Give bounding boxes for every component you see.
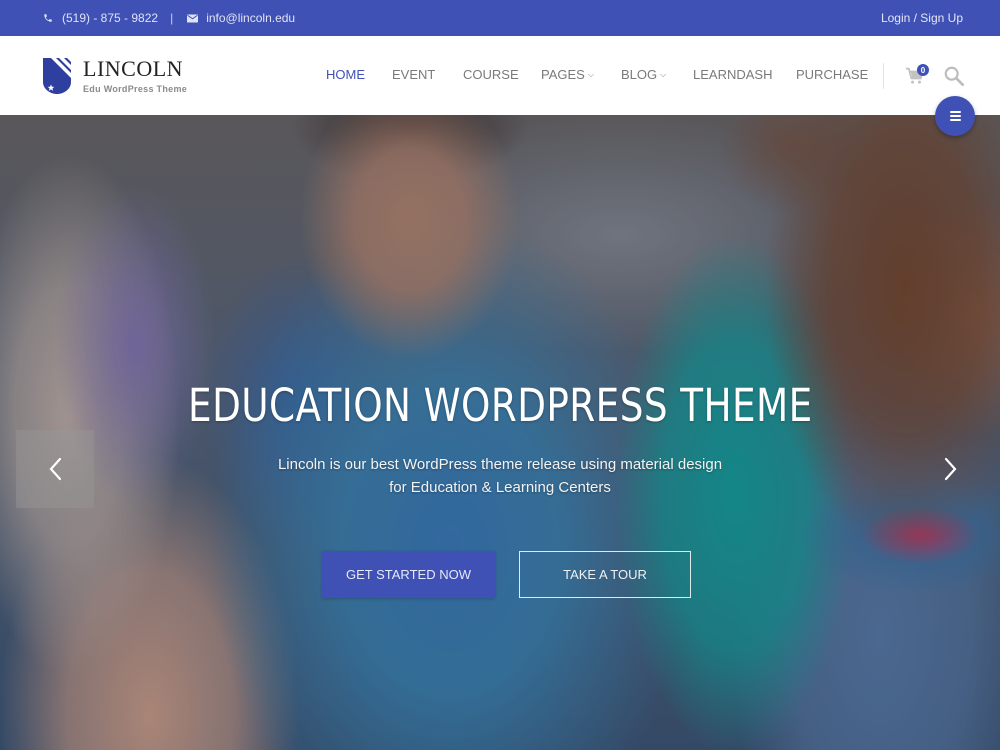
nav-course-label: COURSE: [463, 67, 519, 82]
chevron-down-icon: ⌵: [660, 70, 667, 79]
nav-divider: [883, 63, 884, 89]
nav-home-label: HOME: [326, 67, 365, 82]
contact-info: (519) - 875 - 9822 | info@lincoln.edu: [42, 0, 295, 36]
top-bar: (519) - 875 - 9822 | info@lincoln.edu Lo…: [0, 0, 1000, 36]
nav-pages[interactable]: PAGES ⌵: [541, 67, 594, 82]
hero-subtitle-line-2: for Education & Learning Centers: [389, 479, 611, 496]
cart-count-badge: 0: [917, 64, 929, 76]
email-link[interactable]: info@lincoln.edu: [206, 11, 295, 25]
nav-purchase-label: PURCHASE: [796, 67, 869, 82]
nav-learndash-label: LEARNDASH: [693, 67, 773, 82]
mail-icon: [186, 12, 198, 24]
nav-pages-label: PAGES: [541, 67, 585, 82]
main-nav: HOME EVENT COURSE PAGES ⌵ BLOG ⌵ LEARNDASH…: [0, 36, 1000, 115]
phone-number[interactable]: (519) - 875 - 9822: [62, 11, 158, 25]
hero-slider: EDUCATION WORDPRESS THEME Lincoln is our…: [0, 115, 1000, 750]
nav-blog-label: BLOG: [621, 67, 658, 82]
hamburger-icon: [949, 111, 961, 121]
chevron-down-icon: ⌵: [587, 70, 594, 79]
get-started-button[interactable]: GET STARTED NOW: [322, 551, 495, 598]
nav-purchase[interactable]: PURCHASE: [796, 67, 868, 82]
login-signup-link[interactable]: Login / Sign Up: [881, 0, 963, 36]
hero-background-photo: [0, 115, 1000, 750]
take-a-tour-button[interactable]: TAKE A TOUR: [519, 551, 691, 598]
phone-icon: [42, 12, 54, 24]
menu-fab-button[interactable]: [935, 96, 975, 136]
hero-title: EDUCATION WORDPRESS THEME: [188, 379, 813, 432]
nav-home[interactable]: HOME: [326, 67, 365, 82]
nav-blog[interactable]: BLOG ⌵: [621, 67, 666, 82]
nav-event-label: EVENT: [392, 67, 436, 82]
nav-event[interactable]: EVENT: [392, 67, 435, 82]
hero-subtitle-line-1: Lincoln is our best WordPress theme rele…: [277, 456, 723, 473]
contact-separator: |: [170, 11, 174, 25]
nav-learndash[interactable]: LEARNDASH: [693, 67, 772, 82]
search-icon[interactable]: [943, 65, 965, 87]
site-header: LINCOLN Edu WordPress Theme HOME EVENT C…: [0, 36, 1000, 115]
nav-course[interactable]: COURSE: [463, 67, 519, 82]
hero-subtitle: Lincoln is our best WordPress theme rele…: [0, 453, 1000, 499]
